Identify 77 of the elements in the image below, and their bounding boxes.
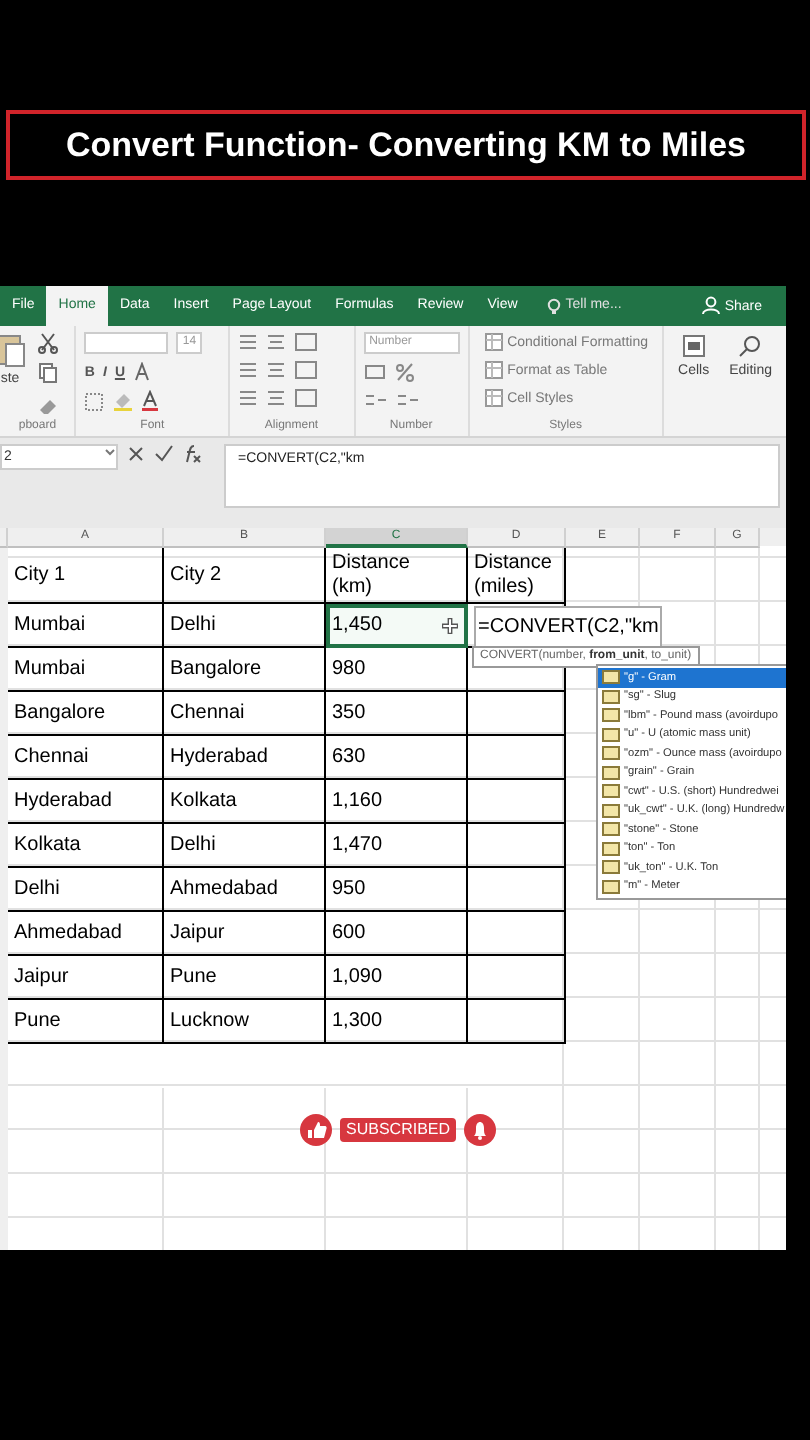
wrap-icon[interactable]: [293, 360, 318, 380]
cancel-icon[interactable]: [126, 444, 146, 464]
table-icon: [483, 332, 504, 352]
decimal-icon[interactable]: [395, 390, 420, 410]
table-cell: Hyderabad: [164, 736, 326, 780]
dropdown-icon: [104, 446, 116, 458]
percent-icon[interactable]: [393, 362, 414, 382]
align-icon[interactable]: [237, 360, 258, 380]
table-cell: [468, 868, 566, 912]
selected-cell[interactable]: 1,450: [326, 604, 468, 648]
table-cell: 1,470: [326, 824, 468, 868]
table-cell: Kolkata: [8, 824, 164, 868]
bell-icon: [464, 1114, 497, 1146]
copy-icon[interactable]: [38, 362, 58, 384]
decimal-icon[interactable]: [363, 390, 388, 410]
table-cell: 630: [326, 736, 468, 780]
table-cell: 600: [326, 912, 468, 956]
table-cell: 950: [326, 868, 468, 912]
font-name-field[interactable]: [84, 332, 169, 354]
table-cell: Ahmedabad: [8, 912, 164, 956]
wrap-icon[interactable]: [293, 388, 318, 408]
align-icon[interactable]: [237, 388, 258, 408]
table-cell: Pune: [8, 1000, 164, 1044]
table-cell: [468, 912, 566, 956]
align-icon[interactable]: [265, 360, 286, 380]
table-cell: [468, 780, 566, 824]
table-cell: 980: [326, 648, 468, 692]
table-cell: Hyderabad: [8, 780, 164, 824]
table-cell: Jaipur: [164, 912, 326, 956]
table-cell: Bangalore: [8, 692, 164, 736]
lightbulb-icon: [545, 297, 562, 315]
search-icon: [736, 332, 765, 360]
fill-color-icon[interactable]: [112, 390, 135, 412]
subscribed-badge: SUBSCRIBED: [340, 1118, 457, 1142]
table-icon: [483, 388, 504, 408]
table-cell: 350: [326, 692, 468, 736]
table-cell: 1,090: [326, 956, 468, 1000]
function-icon[interactable]: [182, 444, 204, 464]
table-cell: Mumbai: [8, 648, 164, 692]
font-color-icon[interactable]: [142, 390, 161, 412]
table-cell: Chennai: [164, 692, 326, 736]
table-cell: 1,300: [326, 1000, 468, 1044]
table-cell: Jaipur: [8, 956, 164, 1000]
table-cell: Mumbai: [8, 604, 164, 648]
align-icon[interactable]: [265, 388, 286, 408]
table-cell: Delhi: [8, 868, 164, 912]
table-cell: [468, 692, 566, 736]
cursor-icon: [440, 615, 460, 635]
person-icon: [702, 296, 721, 316]
table-cell: [468, 1000, 566, 1044]
table-cell: Lucknow: [164, 1000, 326, 1044]
align-icon[interactable]: [265, 332, 286, 352]
table-cell: [468, 736, 566, 780]
cell-editor[interactable]: =CONVERT(C2,"km: [474, 605, 663, 647]
table-cell: 1,160: [326, 780, 468, 824]
table-cell: [468, 824, 566, 868]
table-cell: Chennai: [8, 736, 164, 780]
table-cell: [468, 956, 566, 1000]
wrap-icon[interactable]: [293, 332, 318, 352]
check-icon[interactable]: [154, 444, 174, 464]
align-icon[interactable]: [237, 332, 258, 352]
video-title: Convert Function- Converting KM to Miles: [6, 110, 806, 180]
table-cell: Delhi: [164, 824, 326, 868]
table-cell: Kolkata: [164, 780, 326, 824]
font-grow-icon[interactable]: [133, 362, 151, 382]
table-cell: Distance (miles): [468, 548, 566, 604]
table-cell: City 2: [164, 548, 326, 604]
thumbs-up-icon: [300, 1114, 332, 1146]
currency-icon[interactable]: [363, 362, 386, 382]
borders-icon[interactable]: [84, 391, 105, 411]
scissors-icon[interactable]: [38, 332, 58, 354]
table-cell: Ahmedabad: [164, 868, 326, 912]
table-icon: [483, 360, 504, 380]
table-cell: Pune: [164, 956, 326, 1000]
table-cell: Bangalore: [164, 648, 326, 692]
cells-icon: [679, 332, 708, 360]
table-cell: City 1: [8, 548, 164, 604]
